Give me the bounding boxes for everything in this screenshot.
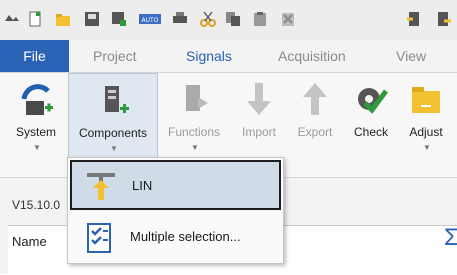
new-file-icon[interactable] <box>27 11 43 27</box>
tab-file[interactable]: File <box>0 40 69 72</box>
adjust-button[interactable]: Adjust ▼ <box>402 73 450 165</box>
print-icon[interactable] <box>172 11 188 27</box>
menu-item-lin[interactable]: LIN <box>70 160 281 210</box>
import-button[interactable]: Import <box>234 73 284 165</box>
functions-label: Functions <box>167 125 221 139</box>
export-button[interactable]: Export <box>290 73 340 165</box>
tab-project[interactable]: Project <box>93 40 137 72</box>
export-arrow-icon <box>303 83 327 115</box>
system-button[interactable]: System ▼ <box>10 73 62 165</box>
adjust-label: Adjust <box>409 125 443 139</box>
lin-bus-icon <box>87 173 115 200</box>
sum-icon[interactable]: Σ <box>444 224 457 252</box>
functions-icon <box>186 85 208 111</box>
chevron-down-icon: ▼ <box>423 143 431 152</box>
import-doc-icon[interactable] <box>406 11 422 27</box>
app-icon[interactable] <box>4 11 20 27</box>
import-label: Import <box>241 125 276 139</box>
export-label: Export <box>297 125 333 139</box>
system-label: System <box>15 125 56 139</box>
delete-icon[interactable] <box>280 11 296 27</box>
quick-access-toolbar: AUTO <box>0 0 457 40</box>
version-label: V15.10.0 <box>12 198 61 212</box>
open-folder-icon[interactable] <box>55 11 71 27</box>
svg-text:AUTO: AUTO <box>142 17 159 24</box>
functions-button[interactable]: Functions ▼ <box>164 73 224 165</box>
components-button[interactable]: Components ▼ <box>68 73 158 167</box>
menu-item-multiple-selection[interactable]: Multiple selection... <box>70 213 281 263</box>
tab-signals[interactable]: Signals <box>186 40 232 72</box>
check-gear-icon <box>358 88 389 114</box>
components-icon <box>105 86 129 113</box>
tab-acquisition[interactable]: Acquisition <box>278 40 346 72</box>
check-label: Check <box>353 125 388 139</box>
multiple-selection-icon <box>87 223 111 253</box>
export-doc-icon[interactable] <box>436 11 452 27</box>
paste-icon[interactable] <box>252 11 268 27</box>
check-button[interactable]: Check <box>346 73 396 165</box>
chevron-down-icon: ▼ <box>110 144 118 153</box>
auto-save-icon[interactable]: AUTO <box>138 11 162 27</box>
ribbon-tabs: File Project Signals Acquisition View <box>0 40 457 73</box>
copy-icon[interactable] <box>225 11 241 27</box>
adjust-folder-icon <box>412 87 440 113</box>
save-as-icon[interactable] <box>111 11 127 27</box>
import-arrow-icon <box>247 83 271 115</box>
system-icon <box>21 84 53 115</box>
components-dropdown-menu: LIN Multiple selection... <box>67 157 284 264</box>
chevron-down-icon: ▼ <box>33 143 41 152</box>
save-icon[interactable] <box>84 11 100 27</box>
menu-item-label: Multiple selection... <box>130 229 241 244</box>
components-label: Components <box>78 126 148 140</box>
chevron-down-icon: ▼ <box>191 143 199 152</box>
column-header-name[interactable]: Name <box>12 234 47 249</box>
menu-item-label: LIN <box>132 178 153 193</box>
tab-view[interactable]: View <box>396 40 426 72</box>
cut-icon[interactable] <box>200 11 216 27</box>
